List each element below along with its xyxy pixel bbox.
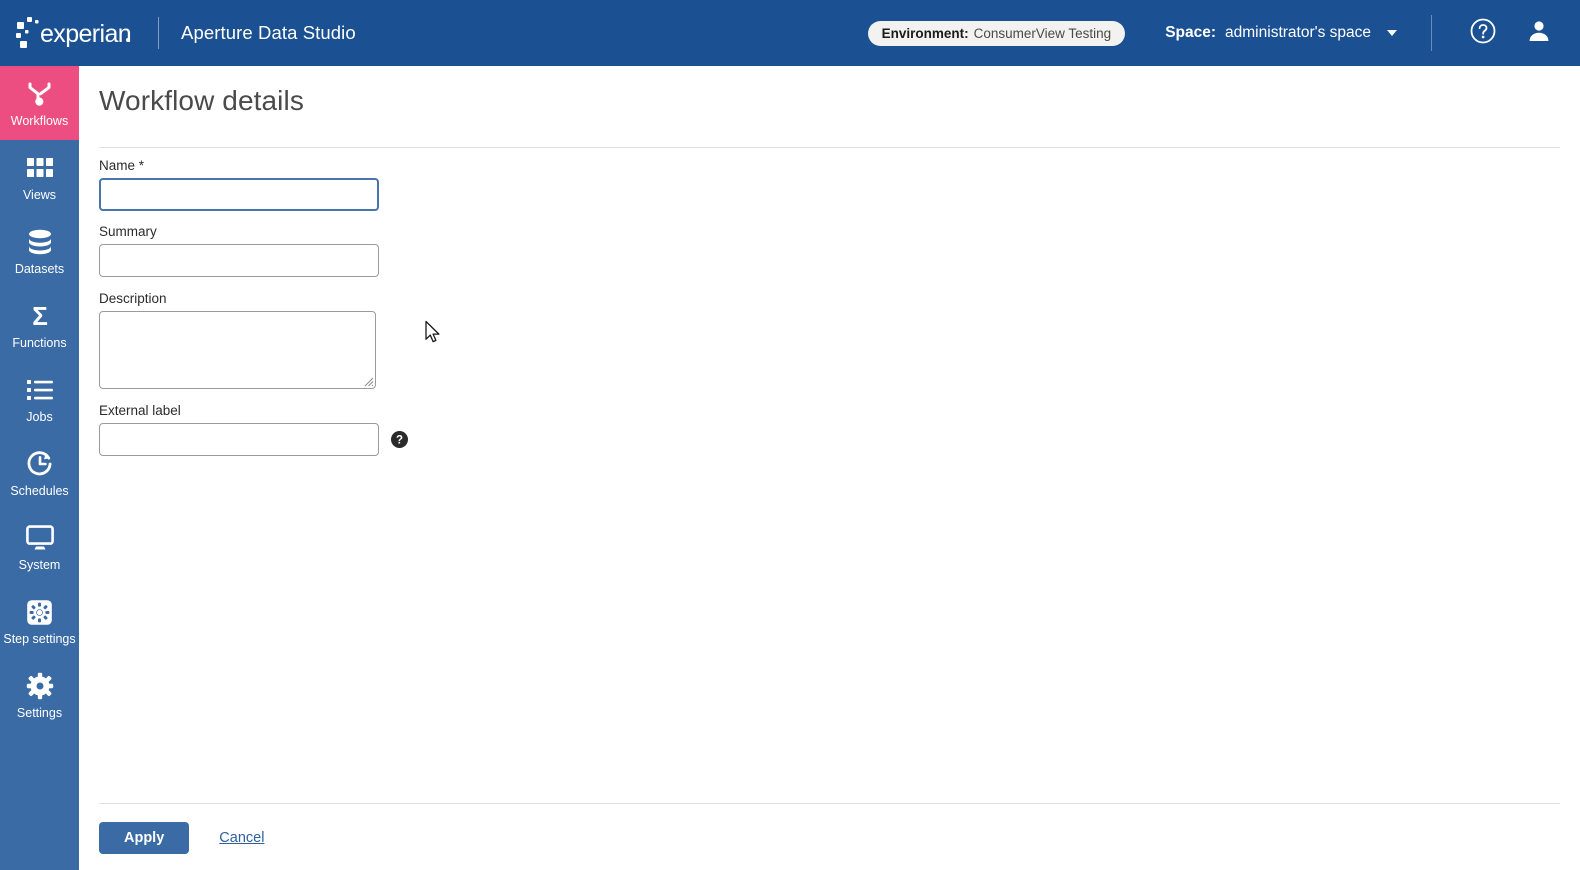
datasets-database-icon bbox=[26, 227, 54, 257]
footer-divider bbox=[99, 803, 1560, 804]
help-circle-filled-icon[interactable]: ? bbox=[391, 431, 408, 448]
description-field-group: Description bbox=[99, 291, 408, 389]
summary-field-group: Summary bbox=[99, 224, 408, 277]
sidebar-item-workflows[interactable]: Workflows bbox=[0, 66, 79, 140]
sidebar-item-step-settings[interactable]: Step settings bbox=[0, 584, 79, 658]
sidebar-item-label: Jobs bbox=[26, 410, 53, 424]
svg-text:experian: experian bbox=[40, 20, 131, 48]
sidebar-item-views[interactable]: Views bbox=[0, 140, 79, 214]
sidebar-item-label: Views bbox=[22, 188, 57, 202]
svg-text:Σ: Σ bbox=[32, 302, 48, 330]
experian-logo[interactable]: experian bbox=[16, 15, 134, 51]
space-label: Space: bbox=[1165, 24, 1217, 41]
left-sidebar-nav: Workflows Views Datasets Σ Functions Job… bbox=[0, 66, 79, 870]
description-textarea-wrap bbox=[99, 311, 376, 389]
sidebar-item-functions[interactable]: Σ Functions bbox=[0, 288, 79, 362]
environment-label: Environment: bbox=[881, 25, 969, 41]
description-textarea[interactable] bbox=[99, 311, 376, 389]
name-field-group: Name * bbox=[99, 158, 408, 211]
description-label: Description bbox=[99, 291, 167, 306]
sidebar-item-settings[interactable]: Settings bbox=[0, 658, 79, 732]
summary-input[interactable] bbox=[99, 244, 379, 277]
header-divider bbox=[1431, 15, 1432, 51]
apply-button[interactable]: Apply bbox=[99, 822, 190, 854]
settings-gear-icon bbox=[26, 671, 54, 701]
top-header-bar: experian Aperture Data Studio Environmen… bbox=[0, 0, 1580, 66]
sidebar-item-label: Settings bbox=[16, 706, 63, 720]
sidebar-item-label: Workflows bbox=[10, 114, 69, 128]
sidebar-item-label: Schedules bbox=[10, 484, 69, 498]
step-settings-gear-square-icon bbox=[26, 597, 53, 627]
brand-area: experian Aperture Data Studio bbox=[0, 15, 356, 51]
sidebar-item-jobs[interactable]: Jobs bbox=[0, 362, 79, 436]
space-selector[interactable]: Space: administrator's space bbox=[1165, 24, 1397, 42]
name-input[interactable] bbox=[99, 178, 379, 211]
workflows-icon bbox=[26, 79, 54, 109]
help-button[interactable] bbox=[1466, 16, 1500, 50]
header-right-cluster: Environment: ConsumerView Testing Space:… bbox=[867, 0, 1580, 66]
help-circle-icon bbox=[1469, 17, 1497, 50]
system-monitor-icon bbox=[25, 523, 54, 553]
page-title: Workflow details bbox=[99, 85, 304, 116]
environment-badge[interactable]: Environment: ConsumerView Testing bbox=[867, 20, 1126, 46]
external-label-label: External label bbox=[99, 403, 181, 418]
environment-value: ConsumerView Testing bbox=[973, 25, 1112, 41]
sidebar-item-label: Datasets bbox=[14, 262, 65, 276]
jobs-list-icon bbox=[26, 375, 53, 405]
summary-label: Summary bbox=[99, 224, 157, 239]
sidebar-item-datasets[interactable]: Datasets bbox=[0, 214, 79, 288]
schedules-clock-icon bbox=[26, 449, 54, 479]
cancel-button[interactable]: Cancel bbox=[219, 830, 264, 846]
sidebar-item-label: Step settings bbox=[3, 632, 76, 646]
space-value: administrator's space bbox=[1225, 24, 1371, 41]
brand-divider bbox=[158, 17, 159, 49]
external-label-field-group: External label ? bbox=[99, 403, 408, 456]
external-label-row: ? bbox=[99, 423, 408, 456]
title-divider bbox=[99, 147, 1560, 148]
sidebar-item-schedules[interactable]: Schedules bbox=[0, 436, 79, 510]
account-button[interactable] bbox=[1522, 16, 1556, 50]
svg-text:?: ? bbox=[396, 435, 403, 447]
workflow-details-form: Name * Summary Description External labe… bbox=[99, 158, 408, 456]
product-title: Aperture Data Studio bbox=[181, 22, 356, 43]
main-content-panel: Workflow details Name * Summary Descript… bbox=[79, 66, 1580, 870]
sidebar-item-label: Functions bbox=[12, 336, 67, 350]
chevron-down-icon bbox=[1387, 30, 1397, 36]
sidebar-item-system[interactable]: System bbox=[0, 510, 79, 584]
form-actions: Apply Cancel bbox=[99, 822, 264, 854]
functions-sigma-icon: Σ bbox=[27, 301, 53, 331]
app-root: experian Aperture Data Studio Environmen… bbox=[0, 0, 1580, 870]
views-grid-icon bbox=[26, 153, 53, 183]
sidebar-item-label: System bbox=[18, 558, 61, 572]
external-label-input[interactable] bbox=[99, 423, 379, 456]
name-label: Name * bbox=[99, 158, 145, 173]
user-account-icon bbox=[1526, 18, 1552, 49]
